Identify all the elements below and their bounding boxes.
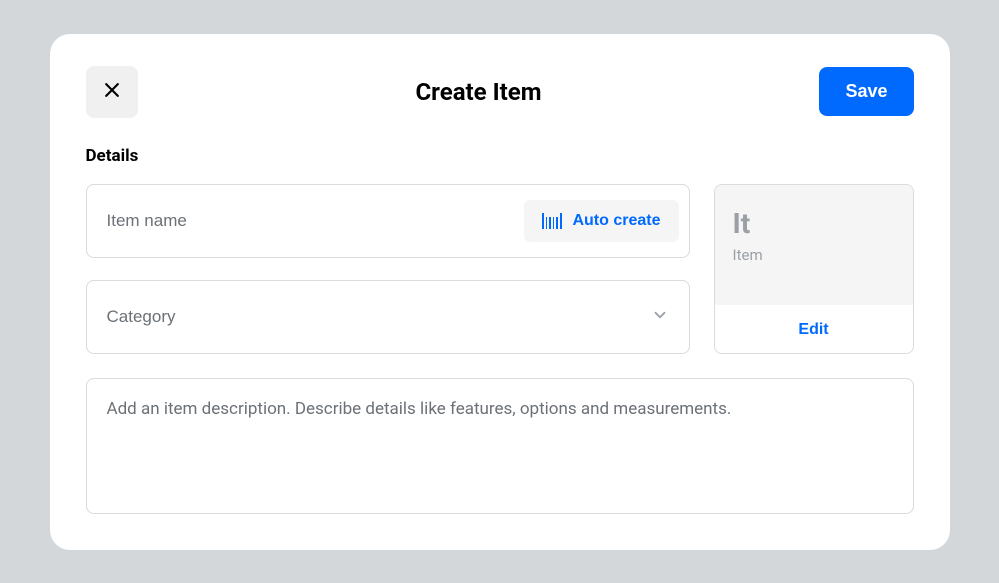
description-input[interactable] <box>107 399 893 489</box>
close-icon <box>102 80 122 103</box>
edit-button[interactable]: Edit <box>798 321 828 339</box>
category-field-wrap: Category <box>86 280 690 354</box>
preview-top: It Item <box>715 185 913 305</box>
description-field-wrap <box>86 378 914 514</box>
item-name-field-wrap: Auto create <box>86 184 690 258</box>
auto-create-button[interactable]: Auto create <box>524 200 678 242</box>
preview-abbrev: It <box>733 207 895 240</box>
item-name-input[interactable] <box>107 211 525 231</box>
preview-bottom: Edit <box>715 305 913 353</box>
page-title: Create Item <box>415 78 541 106</box>
barcode-icon <box>542 213 562 229</box>
modal-header: Create Item Save <box>86 66 914 118</box>
category-select[interactable]: Category <box>107 307 679 326</box>
auto-create-label: Auto create <box>572 212 660 230</box>
close-button[interactable] <box>86 66 138 118</box>
item-preview-card: It Item Edit <box>714 184 914 354</box>
preview-type-label: Item <box>733 246 895 264</box>
save-button[interactable]: Save <box>819 67 913 116</box>
details-heading: Details <box>86 146 914 166</box>
details-row: Auto create Category It Item Ed <box>86 184 914 354</box>
details-left: Auto create Category <box>86 184 690 354</box>
create-item-modal: Create Item Save Details Auto create Cat… <box>50 34 950 550</box>
